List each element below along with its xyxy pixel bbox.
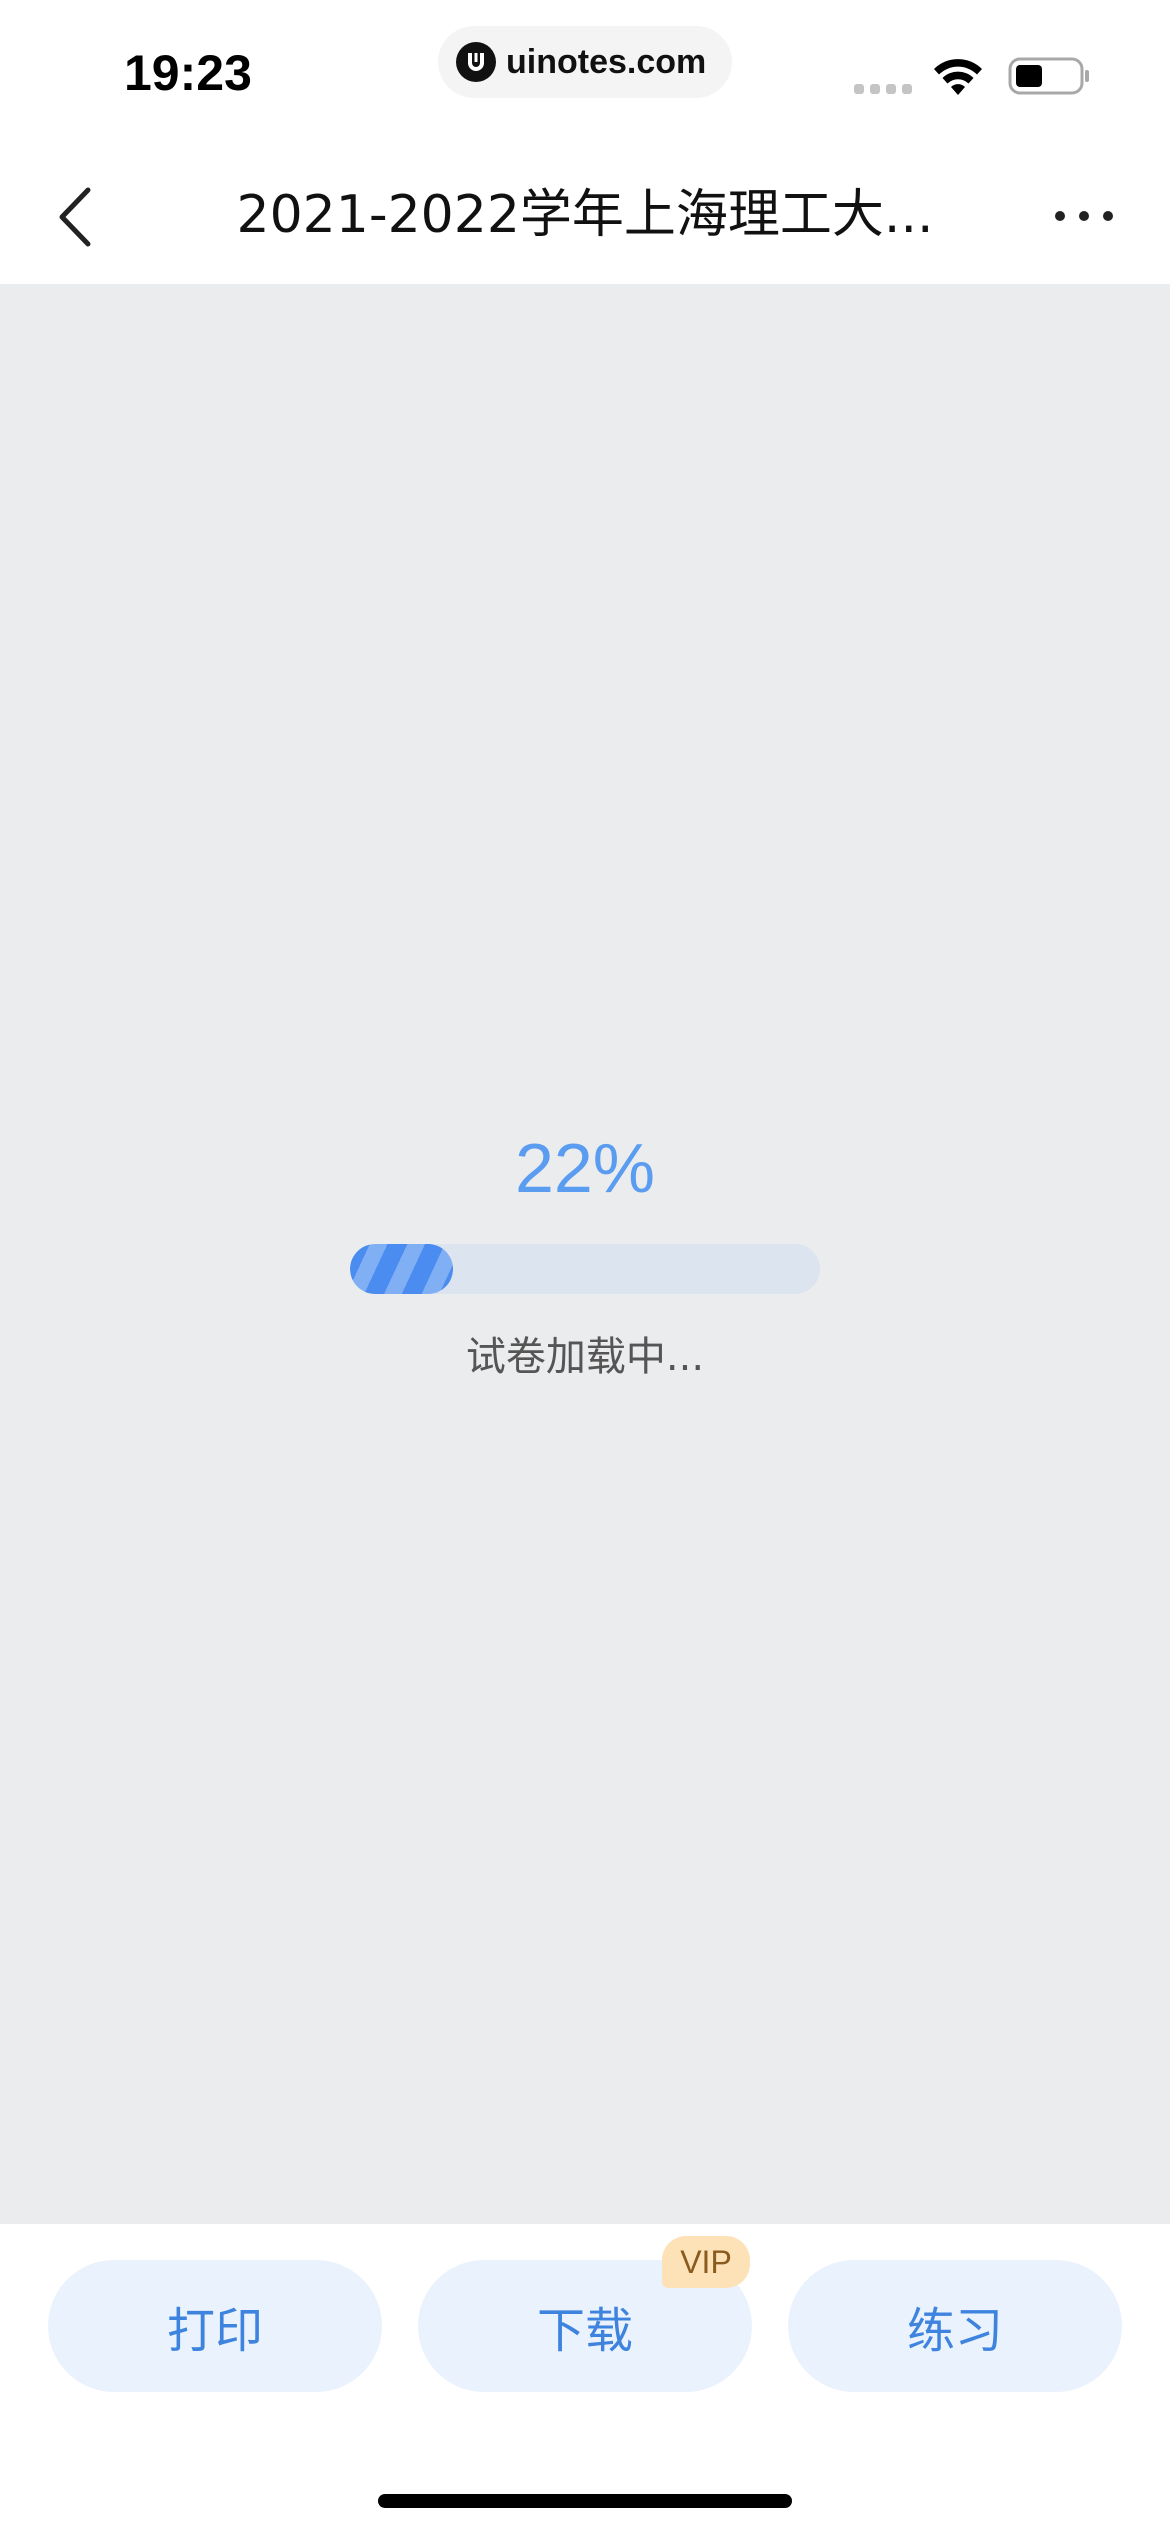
practice-button[interactable]: 练习 [788, 2260, 1122, 2392]
site-logo-icon [456, 42, 496, 82]
back-icon[interactable] [50, 182, 100, 252]
print-button[interactable]: 打印 [48, 2260, 382, 2392]
status-time: 19:23 [124, 45, 252, 101]
progress-bar [350, 1244, 820, 1294]
signal-icon [854, 84, 912, 94]
loading-message: 试卷加载中... [465, 1334, 705, 1380]
page-title: 2021-2022学年上海理工大... [236, 185, 934, 245]
home-indicator [378, 2494, 792, 2508]
url-pill[interactable]: uinotes.com [438, 26, 732, 98]
nav-bar: 2021-2022学年上海理工大... [0, 150, 1170, 284]
url-text: uinotes.com [506, 42, 707, 81]
progress-percent: 22% [514, 1129, 656, 1207]
battery-icon [1008, 57, 1089, 95]
wifi-icon [934, 59, 982, 95]
document-loading-area: 22% 试卷加载中... [0, 284, 1170, 2224]
more-icon[interactable] [1052, 206, 1116, 226]
status-bar: 19:23 uinotes.com [0, 0, 1170, 150]
progress-bar-fill [350, 1244, 454, 1294]
vip-badge: VIP [662, 2236, 750, 2288]
bottom-action-bar: 打印 下载 练习 VIP [0, 2224, 1170, 2532]
